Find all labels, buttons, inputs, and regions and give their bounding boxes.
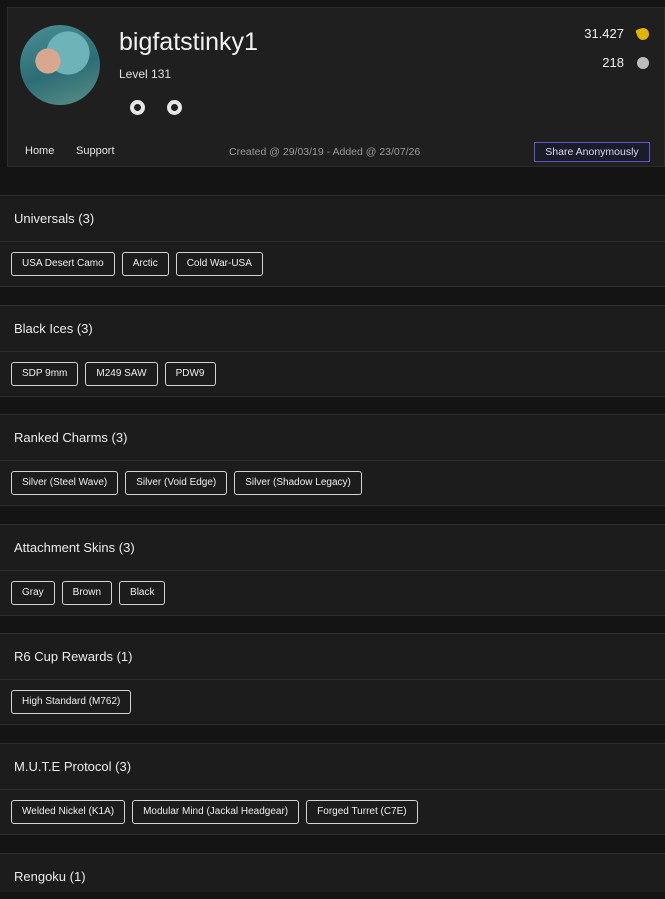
item-chip[interactable]: Silver (Void Edge): [125, 471, 228, 495]
item-chip[interactable]: Modular Mind (Jackal Headgear): [132, 800, 300, 824]
nav-support[interactable]: Support: [76, 145, 115, 157]
profile-header: bigfatstinky1 Level 131 31.427 218 Home …: [7, 7, 665, 167]
section-title: Black Ices (3): [0, 306, 665, 352]
share-anonymously-button[interactable]: Share Anonymously: [534, 142, 650, 162]
item-chip[interactable]: Silver (Shadow Legacy): [234, 471, 362, 495]
coin-icon: [635, 26, 651, 42]
item-chip[interactable]: SDP 9mm: [11, 362, 79, 386]
rank-icon: [637, 57, 649, 69]
section-ranked-charms: Ranked Charms (3) Silver (Steel Wave) Si…: [0, 414, 665, 506]
section-title: Universals (3): [0, 196, 665, 242]
item-chip[interactable]: Cold War-USA: [175, 252, 263, 276]
item-chip[interactable]: Welded Nickel (K1A): [11, 800, 126, 824]
section-rengoku: Rengoku (1): [0, 853, 665, 892]
section-title: M.U.T.E Protocol (3): [0, 744, 665, 790]
ubisoft-icon[interactable]: [130, 100, 145, 115]
coin-count: 31.427: [584, 26, 624, 41]
rank-points: 218: [602, 55, 624, 70]
created-date: Created @ 29/03/19 - Added @ 23/07/26: [229, 146, 421, 158]
nav-home[interactable]: Home: [25, 145, 54, 157]
section-title: Ranked Charms (3): [0, 415, 665, 461]
section-r6-cup-rewards: R6 Cup Rewards (1) High Standard (M762): [0, 633, 665, 725]
section-title: Attachment Skins (3): [0, 525, 665, 571]
section-title: R6 Cup Rewards (1): [0, 634, 665, 680]
section-attachment-skins: Attachment Skins (3) Gray Brown Black: [0, 524, 665, 616]
section-mute-protocol: M.U.T.E Protocol (3) Welded Nickel (K1A)…: [0, 743, 665, 835]
item-chip[interactable]: Brown: [61, 581, 113, 605]
item-chip[interactable]: Black: [119, 581, 166, 605]
section-black-ices: Black Ices (3) SDP 9mm M249 SAW PDW9: [0, 305, 665, 397]
item-chip[interactable]: Forged Turret (C7E): [306, 800, 418, 824]
item-chip[interactable]: Silver (Steel Wave): [11, 471, 119, 495]
level-label: Level 131: [119, 67, 172, 81]
item-chip[interactable]: PDW9: [164, 362, 216, 386]
item-chip[interactable]: USA Desert Camo: [11, 252, 115, 276]
avatar: [20, 25, 100, 105]
item-chip[interactable]: Gray: [11, 581, 55, 605]
steam-icon[interactable]: [167, 100, 182, 115]
item-chip[interactable]: High Standard (M762): [11, 690, 132, 714]
username: bigfatstinky1: [119, 28, 258, 56]
section-title: Rengoku (1): [14, 869, 86, 884]
item-chip[interactable]: M249 SAW: [85, 362, 158, 386]
item-chip[interactable]: Arctic: [121, 252, 169, 276]
section-universals: Universals (3) USA Desert Camo Arctic Co…: [0, 195, 665, 287]
